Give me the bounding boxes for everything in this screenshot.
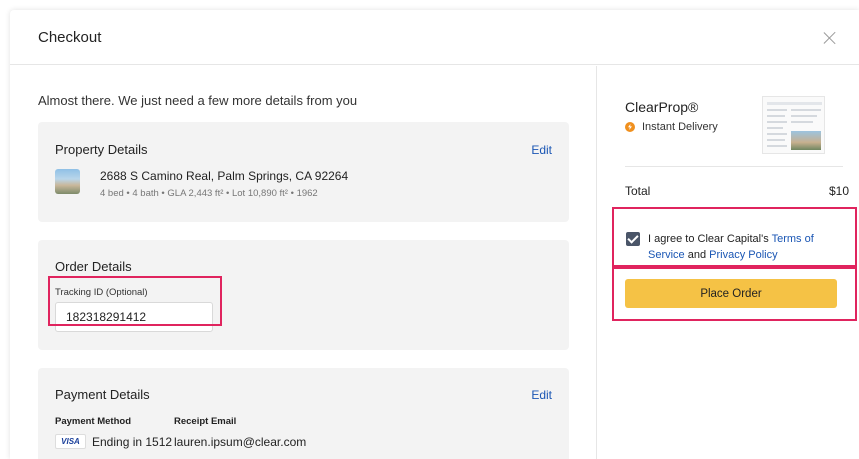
- agree-and: and: [684, 249, 710, 261]
- order-details-title: Order Details: [55, 259, 132, 274]
- checkout-modal: Checkout Almost there. We just need a fe…: [10, 10, 859, 459]
- total-label: Total: [625, 184, 651, 198]
- property-edit-link[interactable]: Edit: [531, 143, 552, 157]
- product-name: ClearProp®: [625, 99, 699, 115]
- order-summary-panel: ClearProp® Instant Delivery Total $10 I …: [596, 66, 859, 459]
- payment-edit-link[interactable]: Edit: [531, 388, 552, 402]
- tracking-id-input[interactable]: [55, 302, 213, 332]
- property-details-card: Property Details Edit 2688 S Camino Real…: [38, 122, 569, 222]
- order-details-card: Order Details Tracking ID (Optional): [38, 240, 569, 350]
- summary-divider: [625, 166, 843, 167]
- total-value: $10: [828, 184, 849, 198]
- lightning-icon: [625, 122, 635, 132]
- place-order-button[interactable]: Place Order: [625, 279, 837, 308]
- property-details-title: Property Details: [55, 142, 148, 157]
- modal-title: Checkout: [38, 28, 102, 46]
- agree-checkbox[interactable]: [626, 232, 640, 246]
- product-preview-image: [762, 96, 825, 154]
- agree-prefix: I agree to Clear Capital's: [648, 233, 772, 245]
- property-meta: 4 bed • 4 bath • GLA 2,443 ft² • Lot 10,…: [100, 188, 318, 199]
- receipt-email-label: Receipt Email: [174, 416, 237, 427]
- details-panel: Almost there. We just need a few more de…: [10, 66, 596, 459]
- delivery-type: Instant Delivery: [642, 121, 718, 133]
- intro-text: Almost there. We just need a few more de…: [38, 93, 358, 108]
- property-photo: [55, 169, 80, 194]
- agree-text: I agree to Clear Capital's Terms of Serv…: [648, 231, 843, 263]
- close-icon[interactable]: [821, 29, 839, 47]
- tracking-id-label: Tracking ID (Optional): [55, 287, 148, 298]
- payment-details-title: Payment Details: [55, 387, 150, 402]
- receipt-email: lauren.ipsum@clear.com: [174, 435, 307, 449]
- payment-details-card: Payment Details Edit Payment Method Rece…: [38, 368, 569, 459]
- privacy-policy-link[interactable]: Privacy Policy: [709, 249, 777, 261]
- modal-header: Checkout: [10, 10, 859, 65]
- payment-method-label: Payment Method: [55, 416, 132, 427]
- card-ending: Ending in 1512: [92, 435, 173, 449]
- property-address: 2688 S Camino Real, Palm Springs, CA 922…: [100, 169, 349, 183]
- visa-card-icon: VISA: [55, 434, 86, 449]
